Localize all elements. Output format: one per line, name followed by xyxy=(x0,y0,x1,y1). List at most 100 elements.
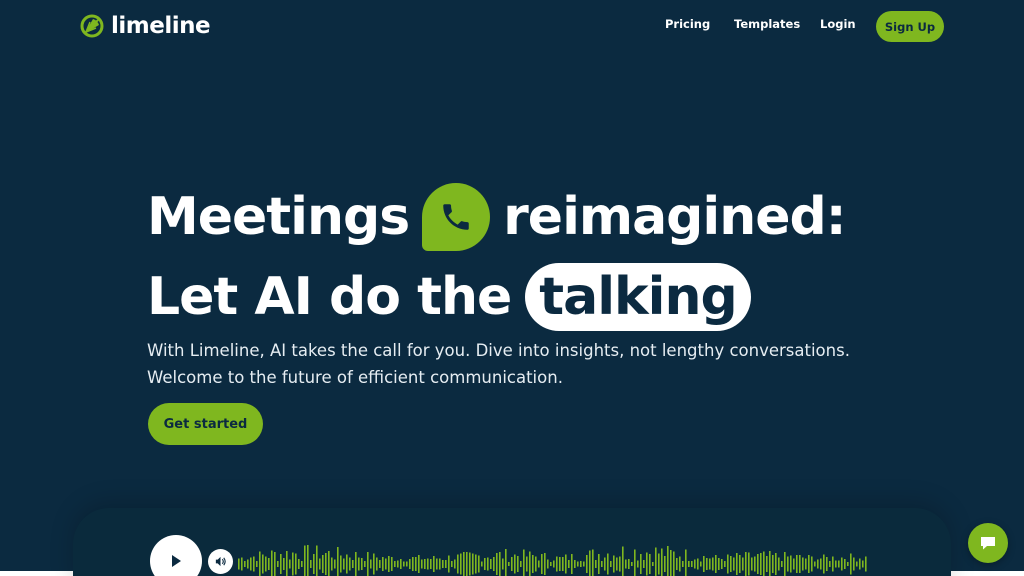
waveform-bar xyxy=(337,547,339,576)
waveform-bar xyxy=(286,551,288,576)
waveform-bar xyxy=(850,553,852,575)
waveform-bar xyxy=(358,557,360,571)
waveform-bar xyxy=(586,555,588,573)
waveform-bar xyxy=(592,549,594,576)
waveform-bar xyxy=(289,559,291,569)
waveform-bar xyxy=(820,558,822,570)
waveform-bar xyxy=(388,556,390,572)
waveform-bar xyxy=(541,554,543,574)
waveform-bar xyxy=(370,559,372,569)
nav-login[interactable]: Login xyxy=(820,17,856,31)
waveform-bar xyxy=(547,559,549,569)
waveform-bar xyxy=(823,554,825,574)
waveform-bar xyxy=(253,556,255,572)
waveform-bar xyxy=(829,561,831,567)
waveform-bar xyxy=(727,554,729,574)
waveform-bar xyxy=(376,557,378,571)
waveform-bar xyxy=(631,562,633,566)
waveform-bar xyxy=(562,557,564,571)
waveform-bar xyxy=(811,556,813,572)
waveform-bar xyxy=(397,560,399,568)
waveform-bar xyxy=(352,560,354,568)
waveform-bar xyxy=(721,559,723,569)
waveform-bar xyxy=(409,559,411,569)
waveform-bar xyxy=(430,559,432,569)
waveform-bar xyxy=(481,561,483,567)
waveform-bar xyxy=(334,559,336,569)
audio-waveform[interactable] xyxy=(238,524,868,576)
waveform-bar xyxy=(316,545,318,576)
waveform-bar xyxy=(499,552,501,576)
nav-templates[interactable]: Templates xyxy=(734,17,800,31)
waveform-bar xyxy=(298,559,300,569)
waveform-bar xyxy=(775,553,777,575)
chat-widget-button[interactable] xyxy=(968,523,1008,563)
waveform-bar xyxy=(856,561,858,567)
waveform-bar xyxy=(364,561,366,567)
headline-reimagined: reimagined: xyxy=(503,187,846,247)
waveform-bar xyxy=(496,553,498,575)
waveform-bar xyxy=(763,551,765,576)
waveform-bar xyxy=(466,552,468,576)
waveform-bar xyxy=(433,556,435,572)
waveform-bar xyxy=(529,551,531,576)
volume-button[interactable] xyxy=(208,549,233,574)
waveform-bar xyxy=(421,559,423,569)
waveform-bar xyxy=(724,561,726,567)
waveform-bar xyxy=(565,554,567,574)
brand-logo[interactable]: limeline xyxy=(80,13,211,39)
waveform-bar xyxy=(784,552,786,576)
hero-subtitle: With Limeline, AI takes the call for you… xyxy=(147,341,850,387)
volume-icon xyxy=(215,556,226,567)
waveform-bar xyxy=(367,552,369,576)
waveform-bar xyxy=(859,558,861,570)
waveform-bar xyxy=(622,546,624,576)
page-edge-right xyxy=(951,571,1024,576)
waveform-bar xyxy=(259,551,261,576)
lime-slice-icon xyxy=(80,14,104,38)
get-started-button[interactable]: Get started xyxy=(148,403,263,445)
waveform-bar xyxy=(757,554,759,574)
nav-pricing[interactable]: Pricing xyxy=(665,17,710,31)
waveform-bar xyxy=(241,557,243,571)
waveform-bar xyxy=(613,555,615,573)
waveform-bar xyxy=(712,557,714,571)
waveform-bar xyxy=(637,560,639,568)
waveform-bar xyxy=(676,558,678,570)
waveform-bar xyxy=(412,557,414,571)
waveform-bar xyxy=(661,548,663,576)
waveform-bar xyxy=(700,561,702,567)
signup-button[interactable]: Sign Up xyxy=(876,11,944,42)
waveform-bar xyxy=(583,561,585,567)
waveform-bar xyxy=(415,557,417,571)
waveform-bar xyxy=(841,557,843,571)
waveform-bar xyxy=(658,553,660,575)
waveform-bar xyxy=(619,556,621,572)
waveform-bar xyxy=(682,561,684,567)
waveform-bar xyxy=(673,551,675,576)
waveform-bar xyxy=(268,558,270,570)
waveform-bar xyxy=(694,559,696,569)
waveform-bar xyxy=(277,561,279,567)
waveform-bar xyxy=(445,560,447,568)
waveform-bar xyxy=(247,559,249,569)
waveform-bar xyxy=(271,550,273,576)
waveform-bar xyxy=(655,547,657,576)
waveform-bar xyxy=(814,561,816,567)
hero-headline-line-1: Meetings reimagined: xyxy=(147,183,847,251)
waveform-bar xyxy=(736,553,738,575)
waveform-bar xyxy=(325,553,327,575)
waveform-bar xyxy=(274,552,276,576)
waveform-bar xyxy=(739,555,741,573)
waveform-bar xyxy=(670,550,672,576)
waveform-bar xyxy=(799,555,801,573)
waveform-bar xyxy=(418,555,420,573)
waveform-bar xyxy=(634,549,636,576)
waveform-bar xyxy=(679,556,681,572)
waveform-bar xyxy=(427,558,429,570)
page-edge-left xyxy=(0,571,73,576)
waveform-bar xyxy=(256,561,258,567)
waveform-bar xyxy=(589,550,591,576)
waveform-bar xyxy=(835,560,837,568)
waveform-bar xyxy=(826,557,828,571)
